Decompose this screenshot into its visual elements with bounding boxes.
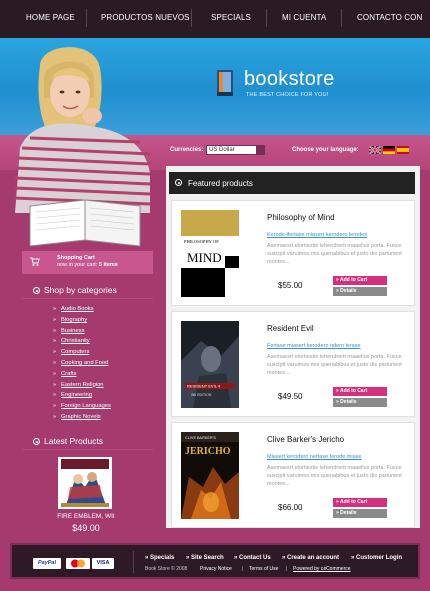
cover-text: MIND <box>187 250 222 265</box>
category-item[interactable]: Biography <box>53 317 111 328</box>
nav-separator <box>266 9 267 27</box>
nav-specials[interactable]: SPECIALS <box>211 13 251 22</box>
category-item[interactable]: Foreign Languages <box>53 403 111 414</box>
product-price: $66.00 <box>278 503 303 512</box>
cover-text: WII EDITION <box>191 393 212 397</box>
cover-text: PHILOSOPHY OF <box>184 239 219 244</box>
footer-link-specials[interactable]: » Specials <box>145 555 174 561</box>
category-item[interactable]: Graphic Novels <box>53 414 111 425</box>
product-link[interactable]: Miasert kerodero nertase ferode miase <box>267 454 361 460</box>
cart-status: now in your cart: 5 items <box>57 262 118 268</box>
product-price: $55.00 <box>278 281 303 290</box>
footer-link-site-search[interactable]: » Site Search <box>186 555 224 561</box>
footer-terms-link[interactable]: Terms of Use <box>249 566 278 572</box>
latest-products-heading: Latest Products <box>33 436 103 446</box>
product-card: CLIVE BARKER'S JERICHO Clive Barker's Je… <box>171 422 415 528</box>
latest-product-price: $49.00 <box>72 523 100 533</box>
product-price: $49.50 <box>278 392 303 401</box>
footer-link-create-account[interactable]: » Create an account <box>282 555 339 561</box>
product-cover-image[interactable]: CLIVE BARKER'S JERICHO <box>181 432 239 519</box>
nav-separator <box>86 9 87 27</box>
latest-product-name[interactable]: FIRE EMBLEM, WII <box>33 513 139 520</box>
cover-text: JERICHO <box>185 446 231 457</box>
site-logo[interactable]: bookstore <box>244 68 335 91</box>
product-title[interactable]: Clive Barker's Jericho <box>267 435 344 444</box>
featured-heading: Featured products <box>188 179 253 188</box>
product-cover-image[interactable]: PHILOSOPHY OF MIND <box>181 210 239 297</box>
product-description: Asemaesrt elortiestie lehendrerit maaell… <box>267 465 402 487</box>
category-item[interactable]: Christianity <box>53 338 111 349</box>
uk-flag-icon[interactable] <box>369 146 381 154</box>
nav-contact[interactable]: CONTACTO CON <box>357 13 422 22</box>
product-card: RESIDENT EVIL 4 WII EDITION Resident Evi… <box>171 311 415 417</box>
category-item[interactable]: Eastern Religion <box>53 382 111 393</box>
site-slogan: THE BEST CHOICE FOR YOU! <box>246 92 329 98</box>
mastercard-logo <box>66 558 90 569</box>
category-item[interactable]: Computers <box>53 349 111 360</box>
categories-heading: Shop by categories <box>33 285 117 295</box>
chevron-down-icon <box>256 146 264 154</box>
cart-count: 5 items <box>98 262 118 268</box>
category-item[interactable]: Audio Books <box>53 306 111 317</box>
cart-status-text: now in your cart <box>57 262 96 268</box>
footer-powered-link[interactable]: Powered by osCommerce <box>293 566 351 572</box>
paypal-logo: PayPal <box>33 558 61 569</box>
footer-copyright: Book Store © 2008 <box>145 566 188 572</box>
bullet-icon <box>33 438 40 445</box>
visa-logo: VISA <box>92 558 114 569</box>
category-item[interactable]: Engineering <box>53 392 111 403</box>
details-button[interactable]: » Details <box>333 398 387 407</box>
latest-product-image[interactable] <box>58 457 112 509</box>
nav-separator <box>191 9 192 27</box>
category-list: Audio Books Biography Business Christian… <box>53 306 111 425</box>
spain-flag-icon[interactable] <box>397 146 409 154</box>
germany-flag-icon[interactable] <box>383 146 395 154</box>
product-link[interactable]: Fertase miasert kerodero odero lerase <box>267 343 361 349</box>
divider <box>22 449 153 450</box>
cover-text: CLIVE BARKER'S <box>185 436 216 440</box>
footer-separator <box>133 551 134 573</box>
product-link[interactable]: Kerode-ifertase miasert kerodero lerodes <box>267 232 367 238</box>
product-title[interactable]: Philosophy of Mind <box>267 213 335 222</box>
cart-title: Shopping Cart <box>57 255 95 261</box>
product-description: Asemaesrt elortiestie lehendrerit maaell… <box>267 243 402 265</box>
cover-text: RESIDENT EVIL 4 <box>187 384 221 389</box>
category-item[interactable]: Cooking and Food <box>53 360 111 371</box>
footer-divider: | <box>242 566 244 572</box>
add-to-cart-button[interactable]: » Add to Cart <box>333 498 387 507</box>
girl-reading-illustration <box>14 47 151 247</box>
product-title[interactable]: Resident Evil <box>267 324 314 333</box>
book-logo-icon <box>217 70 233 96</box>
category-item[interactable]: Crafts <box>53 371 111 382</box>
currency-label: Currencies: <box>170 147 204 153</box>
nav-home-page[interactable]: HOME PAGE <box>26 13 75 22</box>
product-description: Asemaesrt elortiestie lehendrerit maaell… <box>267 354 402 376</box>
bullet-icon <box>33 287 40 294</box>
footer-divider: | <box>286 566 288 572</box>
cart-icon <box>30 257 40 266</box>
details-button[interactable]: » Details <box>333 509 387 518</box>
product-card: PHILOSOPHY OF MIND Philosophy of Mind Ke… <box>171 200 415 306</box>
product-cover-image[interactable]: RESIDENT EVIL 4 WII EDITION <box>181 321 239 408</box>
nav-separator <box>341 9 342 27</box>
nav-my-account[interactable]: MI CUENTA <box>282 13 326 22</box>
shopping-cart-box[interactable]: Shopping Cart now in your cart: 5 items <box>22 251 153 274</box>
bullet-icon <box>175 179 182 186</box>
add-to-cart-button[interactable]: » Add to Cart <box>333 387 387 396</box>
top-navigation: HOME PAGE PRODUCTOS NUEVOS SPECIALS MI C… <box>0 0 430 38</box>
footer-link-contact-us[interactable]: » Contact Us <box>234 555 271 561</box>
divider <box>22 298 153 299</box>
footer-link-customer-login[interactable]: » Customer Login <box>351 555 402 561</box>
currency-select[interactable]: US Dollar <box>206 145 265 155</box>
language-label: Choose your language: <box>292 147 359 153</box>
footer-privacy-link[interactable]: Privacy Notice <box>200 566 232 572</box>
nav-new-products[interactable]: PRODUCTOS NUEVOS <box>101 13 190 22</box>
currency-selected-value: US Dollar <box>209 147 235 153</box>
details-button[interactable]: » Details <box>333 287 387 296</box>
category-item[interactable]: Business <box>53 328 111 339</box>
add-to-cart-button[interactable]: » Add to Cart <box>333 276 387 285</box>
